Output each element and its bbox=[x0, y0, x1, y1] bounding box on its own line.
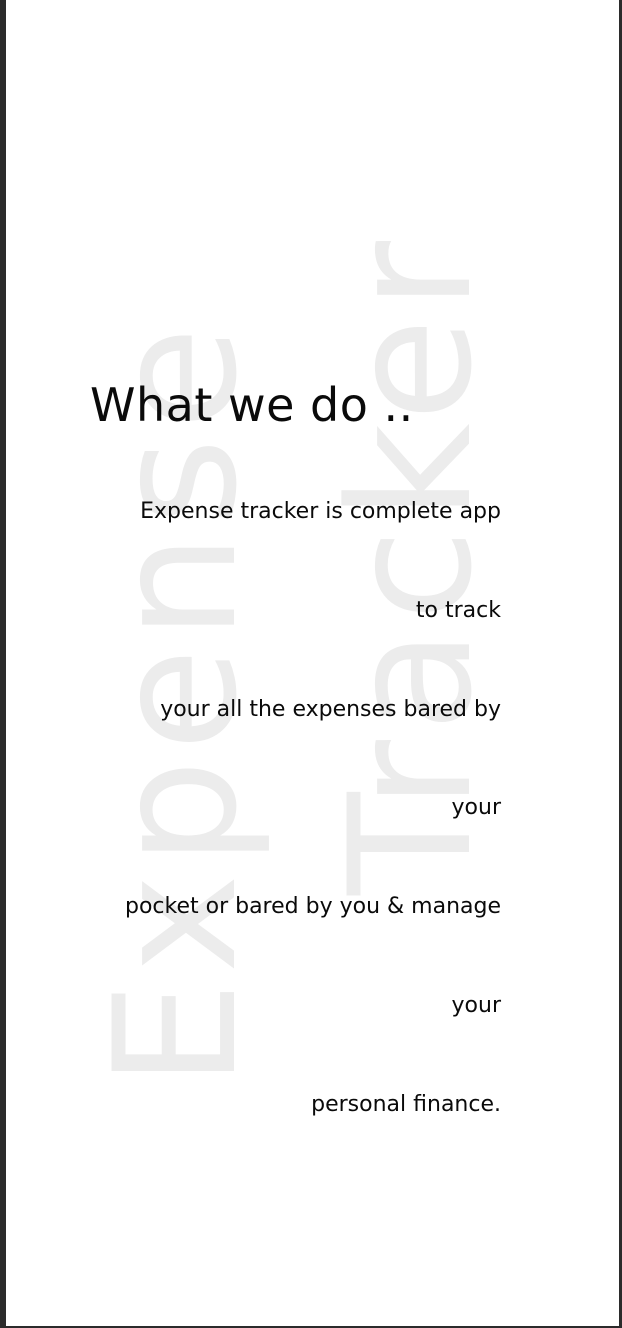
page-frame: Expense Tracker What we do .. Expense tr… bbox=[6, 0, 619, 1326]
description-line: your all the expenses bared by bbox=[160, 696, 501, 722]
description-line: your bbox=[451, 992, 501, 1018]
description-line: your bbox=[451, 795, 501, 821]
description-line: pocket or bared by you & manage bbox=[124, 894, 501, 920]
description-line: to track bbox=[415, 597, 501, 623]
description-text: Expense tracker is complete app to track… bbox=[125, 496, 501, 1188]
description-line: personal finance. bbox=[311, 1091, 501, 1117]
section-heading: What we do .. bbox=[90, 378, 414, 432]
description-line: Expense tracker is complete app bbox=[140, 499, 501, 524]
